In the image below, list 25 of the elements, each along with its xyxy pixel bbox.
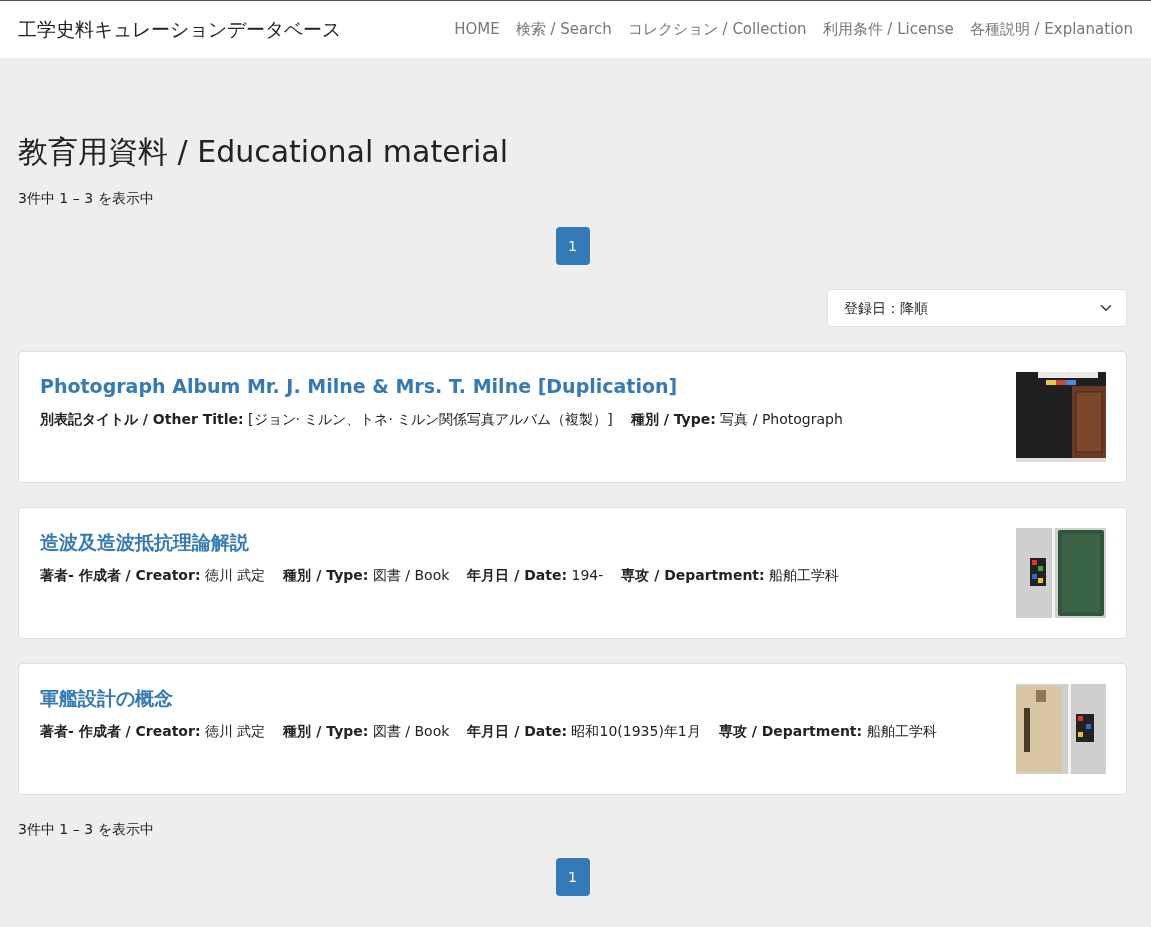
nav-link[interactable]: 利用条件 / License — [822, 18, 954, 41]
sort-select[interactable]: 登録日：降順 — [827, 289, 1127, 327]
metadata-field: 著者‐ 作成者 / Creator: 徳川 武定 — [40, 720, 266, 742]
metadata-field: 専攻 / Department: 船舶工学科 — [718, 720, 937, 742]
site-title[interactable]: 工学史料キュレーションデータベース — [18, 15, 341, 44]
result-count: 3件中 1 – 3 を表示中 — [18, 189, 155, 208]
item-title-link[interactable]: 軍艦設計の概念 — [40, 684, 937, 713]
metadata-field: 種別 / Type: 図書 / Book — [283, 720, 450, 742]
metadata-field: 別表記タイトル / Other Title: [ジョン· ミルン、トネ· ミルン関係写真アルバム（複製）] — [40, 408, 613, 430]
page-button[interactable]: 1 — [555, 227, 590, 265]
metadata-field: 年月日 / Date: 194- — [467, 564, 604, 586]
metadata-field: 年月日 / Date: 昭和10(1935)年1月 — [467, 720, 701, 742]
metadata-field: 種別 / Type: 図書 / Book — [283, 564, 450, 586]
nav-link[interactable]: HOME — [454, 18, 500, 41]
nav-link[interactable]: 検索 / Search — [515, 18, 612, 41]
page-heading: 教育用資料 / Educational material — [18, 134, 509, 170]
result-count: 3件中 1 – 3 を表示中 — [18, 820, 155, 839]
page-button[interactable]: 1 — [555, 858, 590, 896]
item-title-link[interactable]: Photograph Album Mr. J. Milne & Mrs. T. Milne [Duplication] — [40, 372, 843, 401]
nav-link[interactable]: コレクション / Collection — [627, 18, 807, 41]
metadata-field: 種別 / Type: 写真 / Photograph — [630, 408, 843, 430]
metadata-field: 著者‐ 作成者 / Creator: 徳川 武定 — [40, 564, 266, 586]
nav-link[interactable]: 各種説明 / Explanation — [969, 18, 1133, 41]
metadata-field: 専攻 / Department: 船舶工学科 — [621, 564, 840, 586]
item-title-link[interactable]: 造波及造波抵抗理論解説 — [40, 528, 840, 557]
